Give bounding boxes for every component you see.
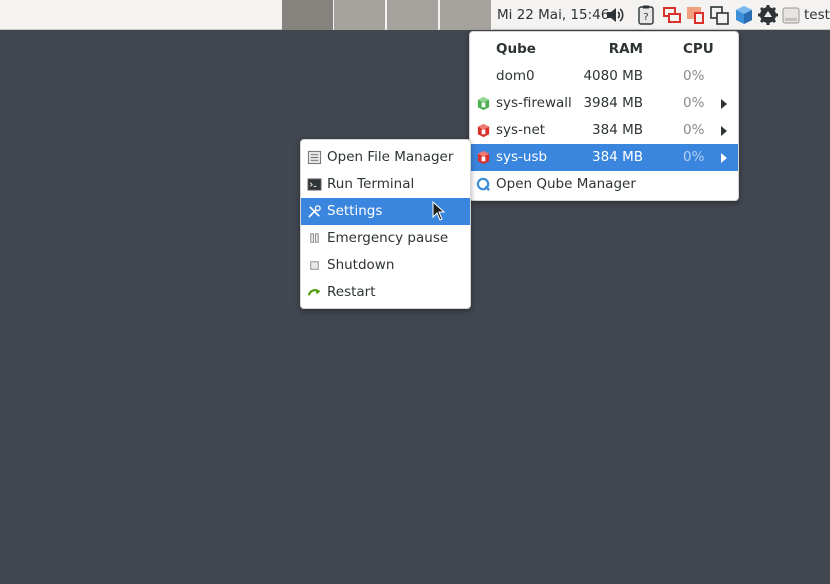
file-manager-icon	[307, 150, 322, 165]
red-qube-icon	[477, 123, 490, 138]
workspace-1-active[interactable]	[282, 0, 334, 30]
qube-ram: 3984 MB	[583, 95, 643, 111]
qube-cpu: 0%	[683, 122, 705, 138]
menu-item-emergency-pause[interactable]: Emergency pause	[301, 225, 470, 252]
qube-cpu: 0%	[683, 68, 705, 84]
open-qube-manager-label: Open Qube Manager	[496, 176, 636, 192]
qube-row-sys-net[interactable]: sys-net 384 MB 0%	[470, 117, 738, 144]
menu-item-label: Restart	[327, 284, 376, 300]
qube-row-sys-firewall[interactable]: sys-firewall 3984 MB 0%	[470, 90, 738, 117]
submenu-arrow-icon	[721, 126, 727, 136]
qube-name: dom0	[496, 68, 535, 84]
qube-domains-icon[interactable]	[733, 4, 755, 26]
menu-item-label: Shutdown	[327, 257, 395, 273]
restart-icon	[307, 288, 321, 296]
svg-text:?: ?	[643, 12, 648, 23]
menu-item-label: Open File Manager	[327, 149, 454, 165]
qube-row-sys-usb[interactable]: sys-usb 384 MB 0%	[470, 144, 738, 171]
user-name[interactable]: test	[804, 0, 830, 30]
qube-ram: 384 MB	[592, 149, 643, 165]
menu-item-restart[interactable]: Restart	[301, 279, 470, 306]
qubes-windows-icon[interactable]	[709, 4, 731, 26]
workspace-2[interactable]	[334, 0, 386, 30]
menu-item-label: Run Terminal	[327, 176, 415, 192]
mouse-pointer-icon	[432, 201, 446, 221]
volume-icon[interactable]	[604, 4, 626, 26]
qube-menu-header: Qube RAM CPU	[470, 36, 738, 63]
qube-manager-icon	[476, 177, 490, 191]
header-qube: Qube	[496, 41, 536, 57]
qube-name: sys-net	[496, 122, 546, 138]
menu-item-label: Emergency pause	[327, 230, 449, 246]
shutdown-icon	[310, 261, 319, 270]
network-devices-icon[interactable]	[661, 4, 683, 26]
submenu-arrow-icon	[721, 99, 727, 109]
disk-icon[interactable]	[780, 4, 802, 26]
qube-row-dom0[interactable]: dom0 4080 MB 0%	[470, 63, 738, 90]
open-qube-manager-item[interactable]: Open Qube Manager	[470, 171, 738, 198]
header-cpu: CPU	[683, 41, 714, 57]
qube-cpu: 0%	[683, 95, 705, 111]
green-qube-icon	[477, 96, 490, 111]
menu-item-shutdown[interactable]: Shutdown	[301, 252, 470, 279]
menu-item-run-terminal[interactable]: Run Terminal	[301, 171, 470, 198]
settings-tools-icon	[308, 205, 321, 218]
pause-icon	[310, 233, 319, 243]
submenu-arrow-icon	[721, 153, 727, 163]
usb-devices-icon[interactable]	[685, 4, 707, 26]
clock[interactable]: Mi 22 Mai, 15:46	[497, 0, 609, 30]
top-panel: Mi 22 Mai, 15:46 ? test	[0, 0, 830, 30]
qube-name: sys-firewall	[496, 95, 572, 111]
terminal-icon	[307, 178, 322, 191]
qube-ram: 4080 MB	[583, 68, 643, 84]
red-qube-icon	[477, 150, 490, 165]
qube-cpu: 0%	[683, 149, 705, 165]
updates-gear-icon[interactable]	[757, 4, 779, 26]
clipboard-icon[interactable]: ?	[635, 4, 657, 26]
menu-item-open-file-manager[interactable]: Open File Manager	[301, 144, 470, 171]
workspace-3[interactable]	[387, 0, 439, 30]
qube-name: sys-usb	[496, 149, 548, 165]
menu-item-label: Settings	[327, 203, 383, 219]
qube-domains-menu: Qube RAM CPU dom0 4080 MB 0% sys-firewal…	[469, 31, 739, 201]
qube-ram: 384 MB	[592, 122, 643, 138]
workspace-4[interactable]	[440, 0, 492, 30]
qube-actions-menu: Open File Manager Run Terminal Settings …	[300, 139, 471, 309]
header-ram: RAM	[608, 41, 643, 57]
